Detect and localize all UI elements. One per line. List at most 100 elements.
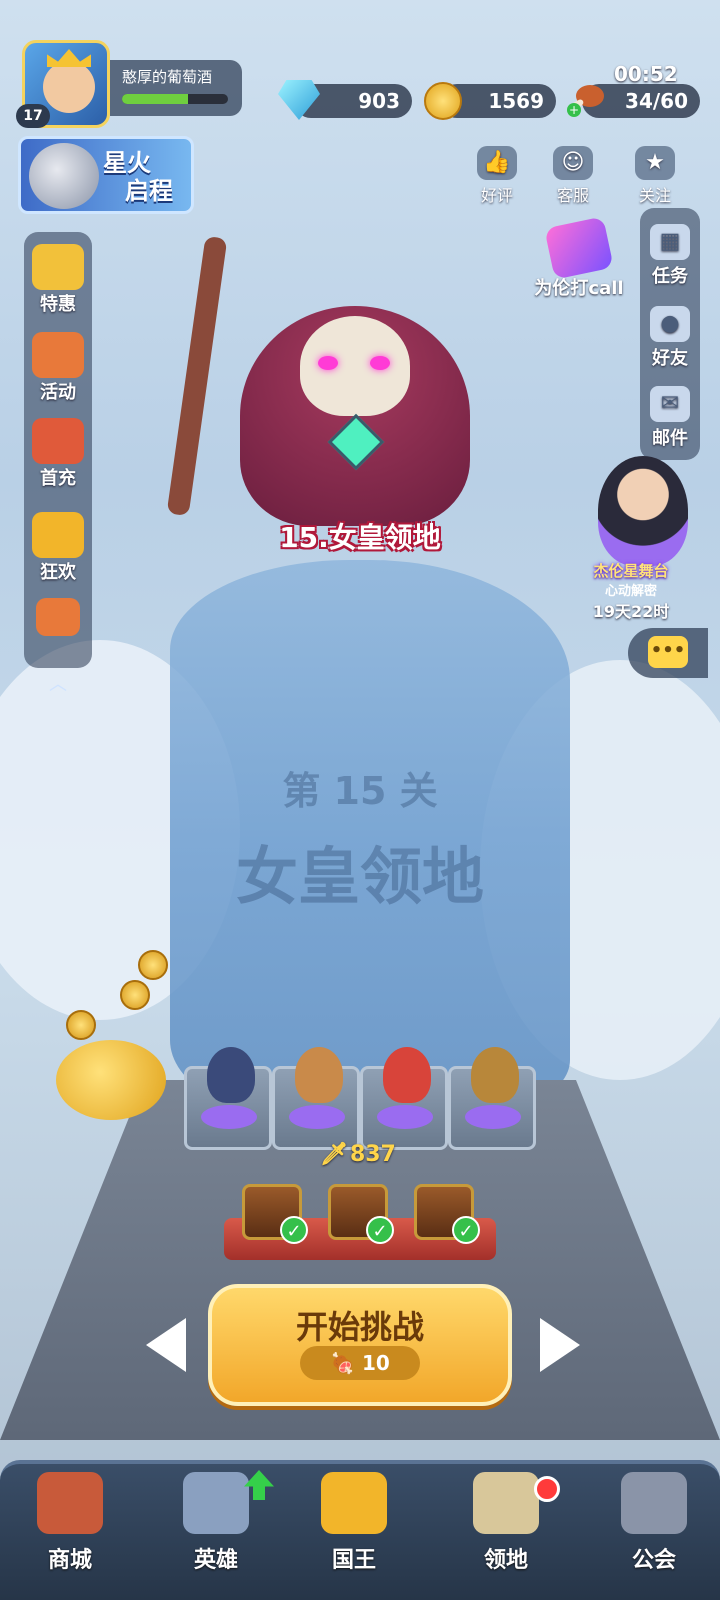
nav-label: 领地 — [483, 1548, 528, 1573]
friends-button[interactable]: ● 好友 — [640, 306, 700, 370]
thumbs-up-icon: 👍 — [477, 146, 517, 180]
check-icon: ✓ — [280, 1216, 308, 1244]
follow-button[interactable]: ★ 关注 — [626, 146, 684, 206]
support-label: 客服 — [556, 186, 589, 205]
tasks-button[interactable]: ▦ 任务 — [640, 224, 700, 288]
sidebar-collapse-button[interactable]: ︿ — [42, 670, 74, 695]
fireworks-icon — [32, 332, 84, 378]
piggy-bank[interactable] — [56, 950, 172, 1120]
reward-chest[interactable]: ✓ — [242, 1178, 308, 1248]
hero-sword-icon — [32, 418, 84, 464]
boss-eye-right — [370, 356, 390, 370]
slot-base — [289, 1105, 345, 1129]
headset-icon: ☺ — [553, 146, 593, 180]
miner-hero-icon — [471, 1047, 519, 1103]
cheer-event-button[interactable]: 为伦打call — [524, 216, 634, 300]
slot-base — [377, 1105, 433, 1129]
player-name: 憨厚的葡萄酒 — [122, 68, 213, 86]
follow-label: 关注 — [638, 186, 671, 205]
reward-chest[interactable]: ✓ — [414, 1178, 480, 1248]
meat-stamina-icon: 🍖 — [330, 1351, 356, 1375]
event-title-line2: 启程 — [125, 177, 173, 205]
event-hero-portrait — [29, 143, 99, 209]
mail-button[interactable]: ✉ 邮件 — [640, 386, 700, 450]
sidebar-item-crown[interactable] — [24, 598, 92, 636]
coin-icon — [66, 1010, 96, 1040]
review-button[interactable]: 👍 好评 — [468, 146, 526, 206]
chat-button[interactable]: ••• — [628, 628, 708, 678]
player-level-badge: 17 — [16, 104, 50, 128]
stamina-cost: 🍖 10 — [300, 1346, 420, 1380]
sidebar-item-deals[interactable]: 特惠 — [24, 244, 92, 316]
hero-slot[interactable] — [360, 1047, 448, 1150]
chat-bubble-icon: ••• — [648, 636, 688, 668]
boss-skull — [300, 316, 410, 416]
avatar-crown-icon — [47, 49, 91, 67]
raccoon-hero-icon — [295, 1047, 343, 1103]
boss-character[interactable] — [150, 235, 530, 536]
ninja-hero-icon — [207, 1047, 255, 1103]
event-title: 星火 启程 — [103, 149, 173, 205]
stage-watermark-chapter: 第 15 关 — [282, 769, 438, 813]
hero-slot[interactable] — [272, 1047, 360, 1150]
nav-shop[interactable]: 商城 — [10, 1472, 130, 1574]
meat-stamina-icon: + — [567, 85, 604, 117]
stamina-cost-value: 10 — [362, 1351, 390, 1375]
lock-icon — [621, 1472, 687, 1534]
team-power-value: 837 — [349, 1142, 396, 1167]
reward-chest[interactable]: ✓ — [328, 1178, 394, 1248]
mail-label: 邮件 — [652, 428, 688, 449]
sidebar-item-label: 特惠 — [40, 294, 76, 315]
nav-label: 公会 — [631, 1548, 676, 1573]
nav-label: 国王 — [331, 1548, 376, 1573]
friends-icon: ● — [650, 306, 690, 342]
sidebar-item-label: 首充 — [40, 468, 76, 489]
sidebar-item-events[interactable]: 活动 — [24, 332, 92, 404]
support-button[interactable]: ☺ 客服 — [544, 146, 602, 206]
event-banner[interactable]: 星火 启程 — [18, 136, 194, 214]
sword-icon: 🗡 — [320, 1142, 348, 1167]
event-title-line1: 星火 — [103, 149, 151, 177]
check-icon: ✓ — [366, 1216, 394, 1244]
hero-slot[interactable] — [448, 1047, 536, 1150]
start-challenge-button[interactable]: 开始挑战 🍖 10 — [208, 1284, 512, 1406]
calendar-icon: ▦ — [650, 224, 690, 260]
boss-staff — [166, 235, 228, 517]
nav-label: 商城 — [47, 1548, 92, 1573]
sidebar-item-carnival[interactable]: 狂欢 — [24, 512, 92, 584]
check-icon: ✓ — [452, 1216, 480, 1244]
nav-king[interactable]: 国王 — [294, 1472, 414, 1574]
stage-watermark-name: 女皇领地 — [235, 840, 484, 913]
coin-icon — [138, 950, 168, 980]
sidebar-item-label: 活动 — [40, 382, 76, 403]
coin-icon — [424, 82, 462, 120]
start-challenge-label: 开始挑战 — [295, 1308, 424, 1346]
stamina-timer: 00:52 — [614, 62, 678, 86]
xp-bar-fill — [122, 94, 188, 104]
slot-base — [465, 1105, 521, 1129]
promo-title: 杰伦星舞台 — [593, 562, 669, 580]
gift-icon — [32, 244, 84, 290]
piggy-bank-icon — [56, 1040, 166, 1120]
promo-portrait — [598, 456, 688, 566]
friends-label: 好友 — [652, 348, 688, 369]
crown-icon — [321, 1472, 387, 1534]
avatar-face — [43, 61, 95, 113]
red-fox-hero-icon — [383, 1047, 431, 1103]
team-power: 🗡837 — [320, 1142, 420, 1167]
castle-icon — [473, 1472, 539, 1534]
boss-eye-left — [318, 356, 338, 370]
notification-badge — [534, 1476, 560, 1502]
shop-icon — [37, 1472, 103, 1534]
xp-bar — [122, 94, 228, 104]
nav-guild[interactable]: 公会 — [594, 1472, 714, 1574]
promo-event-card[interactable]: 杰伦星舞台 心动解密 19天22时 — [556, 456, 706, 622]
sidebar-item-first-recharge[interactable]: 首充 — [24, 418, 92, 490]
chevron-up-icon: ︿ — [49, 674, 67, 695]
slot-base — [201, 1105, 257, 1129]
hero-slot[interactable] — [184, 1047, 272, 1150]
star-icon: ★ — [635, 146, 675, 180]
helmet-icon — [183, 1472, 249, 1534]
cheer-event-label: 为伦打call — [534, 278, 624, 299]
tasks-label: 任务 — [652, 266, 688, 287]
